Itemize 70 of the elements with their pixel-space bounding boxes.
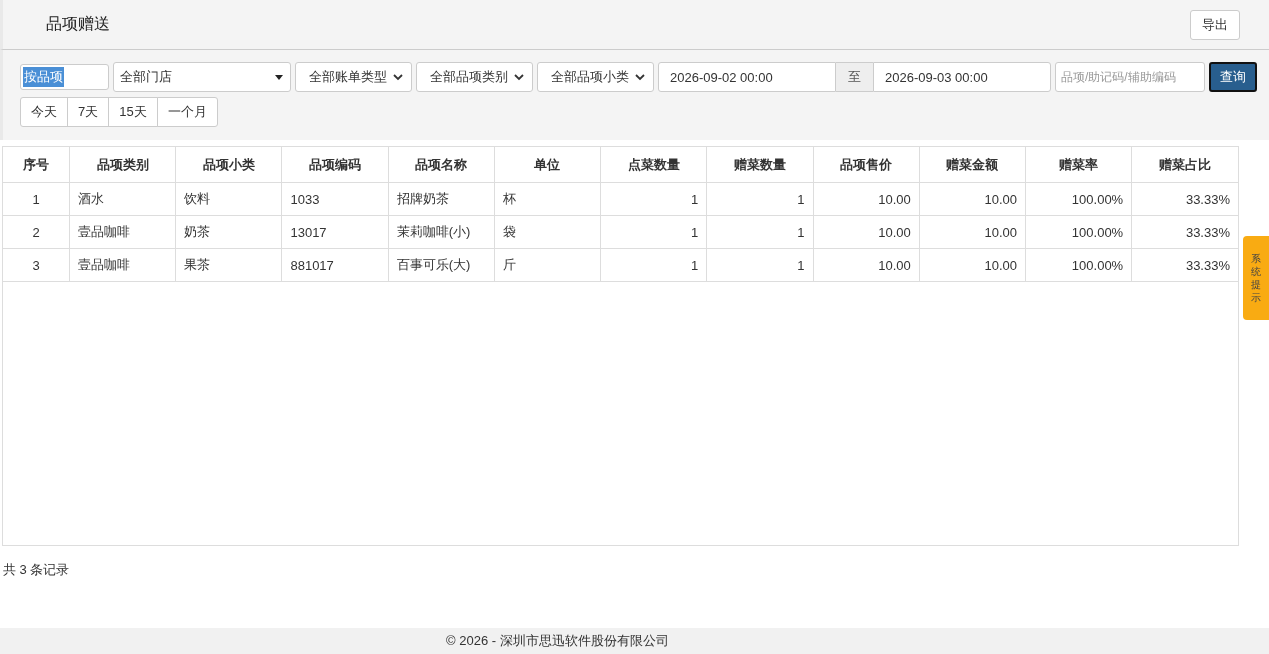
store-select[interactable]: 全部门店 [113,62,291,92]
table-cell: 1 [706,215,814,249]
table-cell: 1 [600,182,707,216]
table-cell: 33.33% [1131,248,1238,282]
table-cell: 881017 [281,248,389,282]
table-cell: 10.00 [919,215,1026,249]
table-cell: 3 [3,248,70,282]
side-tab[interactable]: 系统提示 [1243,236,1269,320]
copyright: © 2026 - 深圳市思迅软件股份有限公司 [446,632,669,650]
column-header: 品项售价 [813,147,920,183]
filter-select[interactable]: 全部账单类型 [295,62,412,92]
caret-icon [275,74,283,80]
table-cell: 1 [600,248,707,282]
column-header: 序号 [3,147,70,183]
chevron-icon [393,73,403,81]
column-header: 赠菜金额 [919,147,1026,183]
table-cell: 酒水 [69,182,176,216]
column-header: 赠菜占比 [1131,147,1238,183]
table-cell: 果茶 [175,248,282,282]
table-cell: 13017 [281,215,389,249]
table-cell: 10.00 [919,182,1026,216]
column-header: 品项名称 [388,147,495,183]
table-cell: 招牌奶茶 [388,182,495,216]
chevron-icon [635,73,645,81]
range-button[interactable]: 今天 [20,97,68,127]
range-button[interactable]: 15天 [108,97,158,127]
filter-select[interactable]: 全部品项小类 [537,62,654,92]
table-cell: 壹品咖啡 [69,215,176,249]
filter-select[interactable]: 全部品项类别 [416,62,533,92]
column-header: 赠菜率 [1025,147,1132,183]
export-button[interactable]: 导出 [1190,9,1240,40]
date-field[interactable]: 2026-09-03 00:00 [873,62,1051,92]
range-button[interactable]: 一个月 [156,97,218,127]
table-cell: 1 [706,182,814,216]
table-cell: 袋 [494,215,601,249]
date-field[interactable]: 2026-09-02 00:00 [658,62,836,92]
table-cell: 10.00 [813,182,920,216]
table-cell: 10.00 [813,215,920,249]
column-header: 品项小类 [175,147,282,183]
column-header: 单位 [494,147,601,183]
table-cell: 壹品咖啡 [69,248,176,282]
range-button[interactable]: 7天 [67,97,110,127]
table-cell: 百事可乐(大) [388,248,495,282]
table-cell: 1 [3,182,70,216]
table-cell: 33.33% [1131,215,1238,249]
table-cell: 1033 [281,182,389,216]
table-cell: 100.00% [1025,248,1132,282]
table-cell: 茉莉咖啡(小) [388,215,495,249]
table-cell: 1 [600,215,707,249]
column-header: 品项类别 [69,147,176,183]
table-cell: 2 [3,215,70,249]
column-header: 赠菜数量 [706,147,814,183]
table-cell: 33.33% [1131,182,1238,216]
search-field[interactable]: 品项/助记码/辅助编码 [1055,62,1205,92]
query-button[interactable]: 查询 [1209,62,1257,92]
table-cell: 饮料 [175,182,282,216]
table-cell: 10.00 [813,248,920,282]
table-cell: 100.00% [1025,182,1132,216]
column-header: 品项编码 [281,147,389,183]
table-cell: 奶茶 [175,215,282,249]
table-cell: 1 [706,248,814,282]
record-count: 共 3 条记录 [2,561,71,579]
page-title: 品项赠送 [46,14,110,34]
table-cell: 斤 [494,248,601,282]
table-cell: 10.00 [919,248,1026,282]
table-cell: 杯 [494,182,601,216]
table-cell: 100.00% [1025,215,1132,249]
column-header: 点菜数量 [600,147,707,183]
chevron-icon [514,73,524,81]
date-separator: 至 [836,62,873,92]
